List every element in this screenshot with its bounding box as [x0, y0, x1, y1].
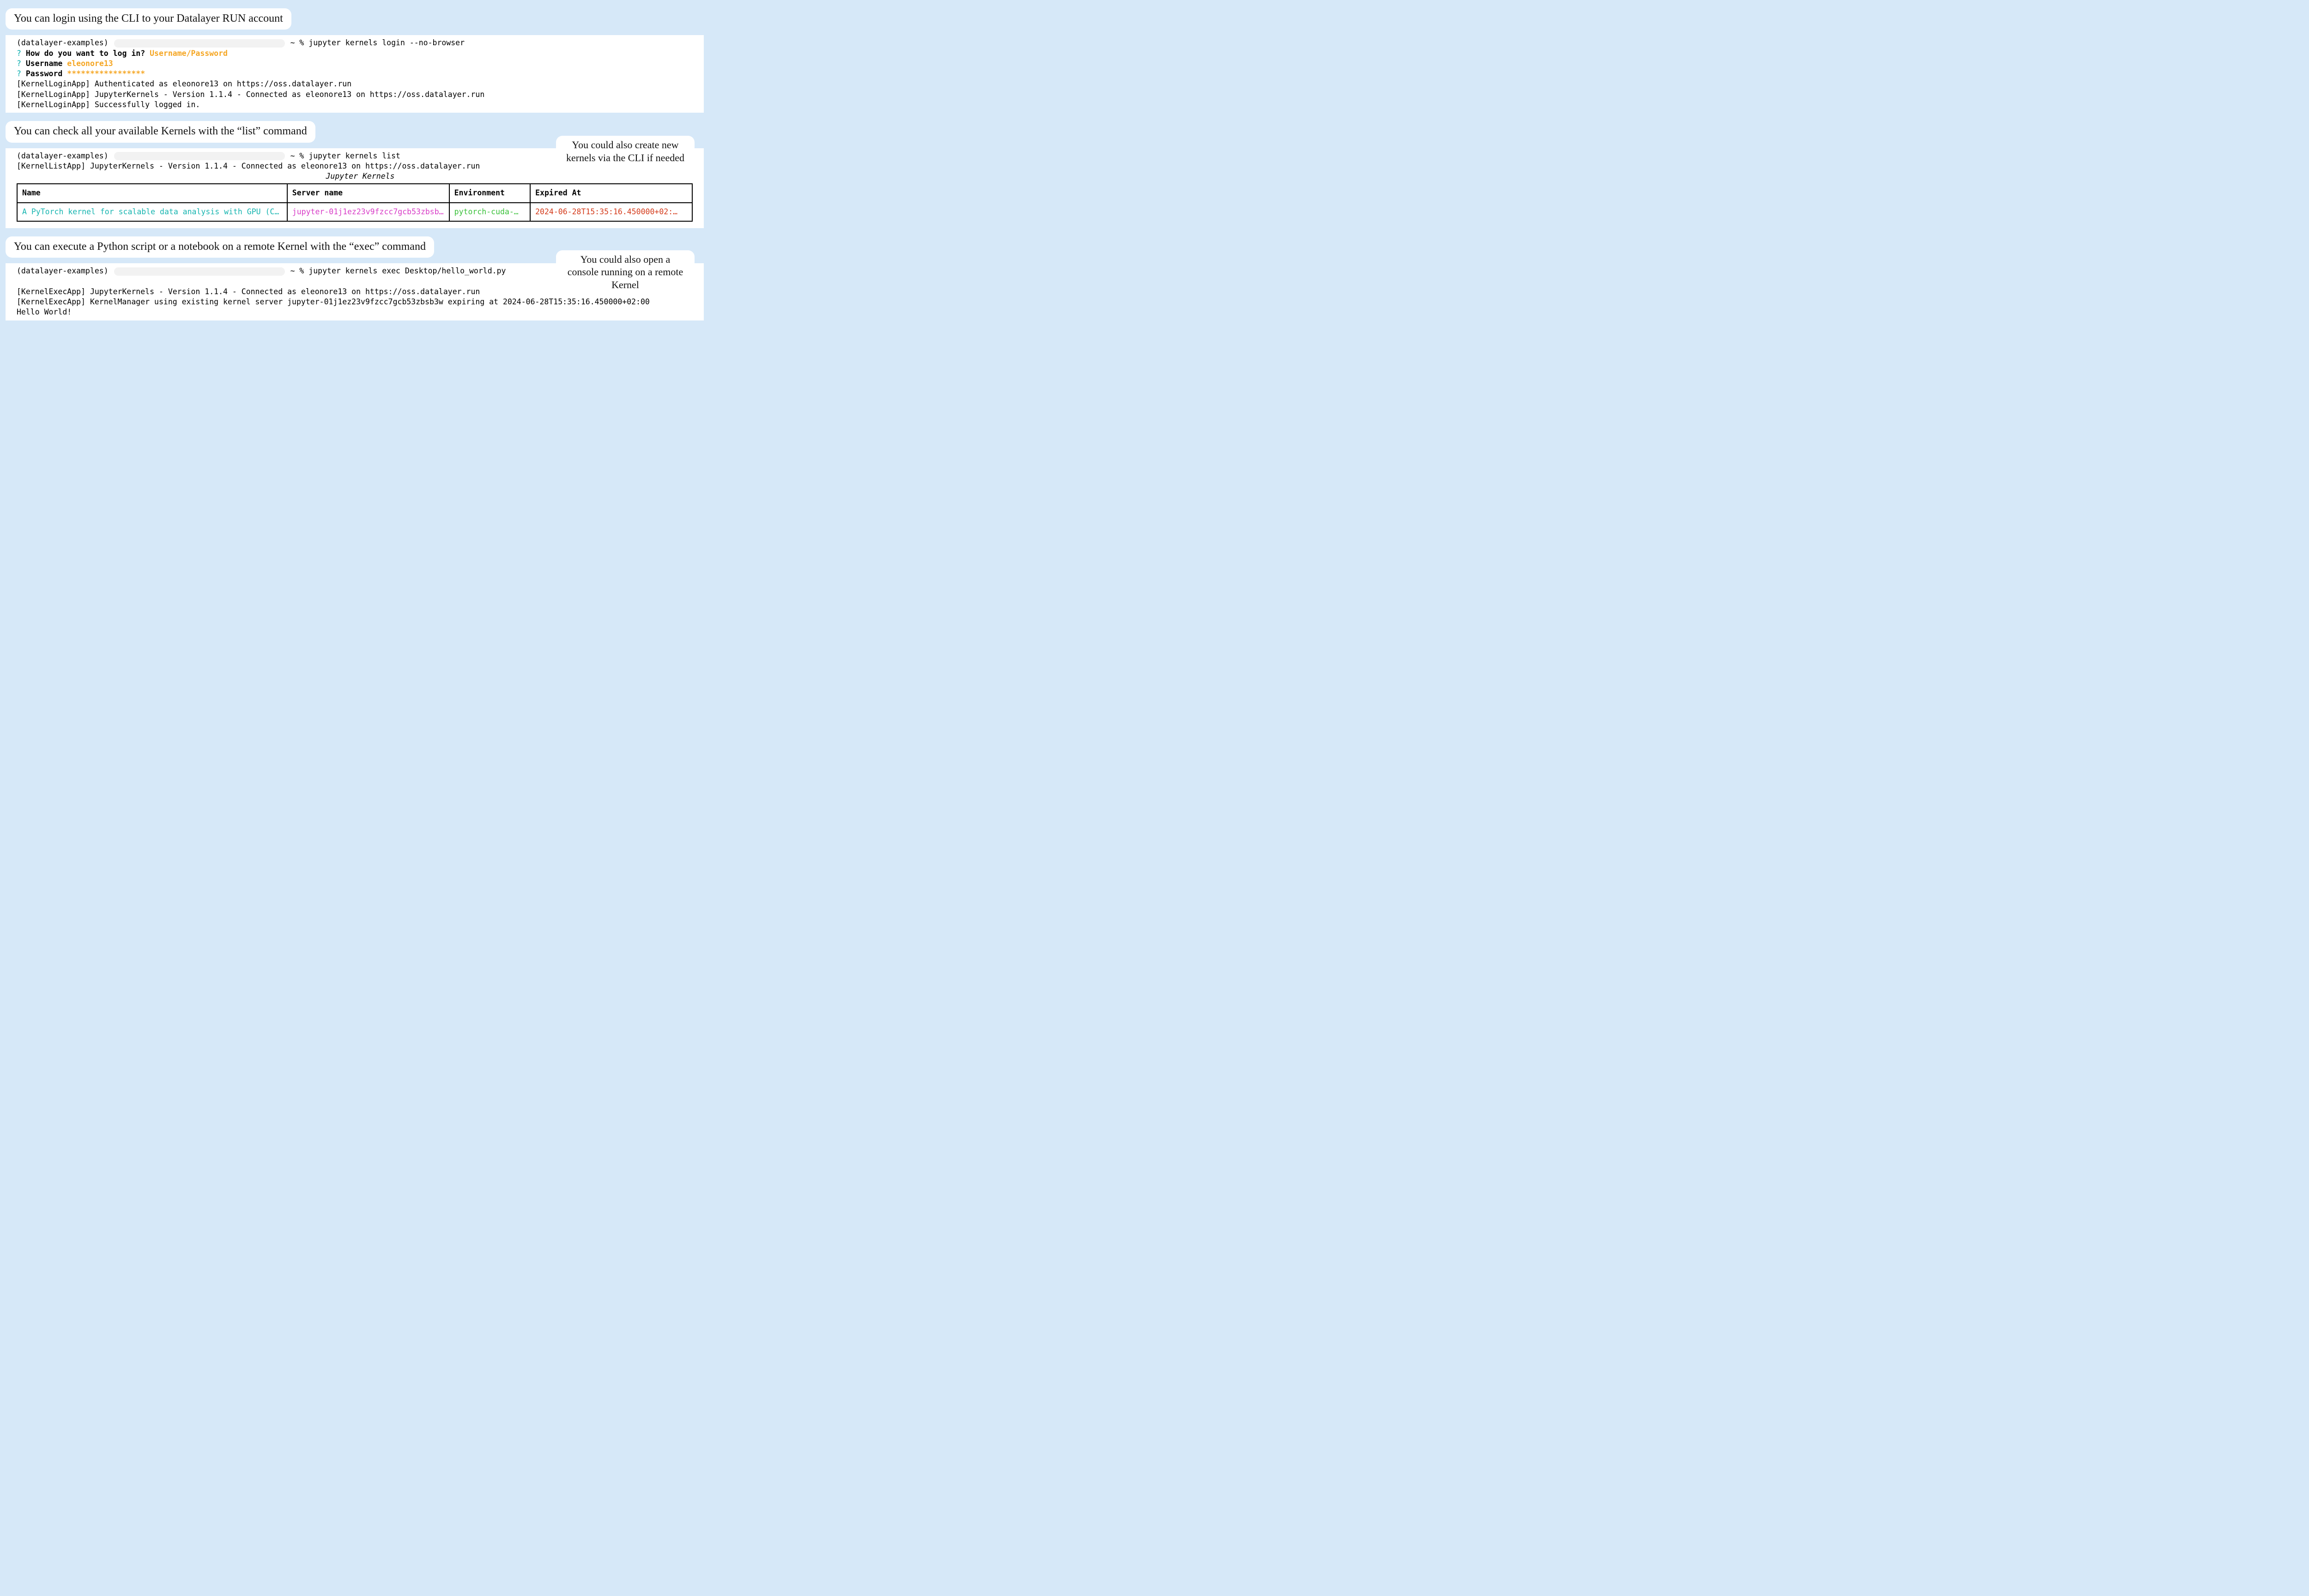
- side-note-exec: You could also open a console running on…: [556, 250, 695, 294]
- table-row: A PyTorch kernel for scalable data analy…: [17, 203, 692, 221]
- redacted-pill: [114, 267, 285, 276]
- th-env: Environment: [449, 184, 530, 202]
- cell-server: jupyter-01j1ez23v9fzcc7gcb53zbsb…: [287, 203, 449, 221]
- exec-out2: [KernelExecApp] KernelManager using exis…: [6, 297, 704, 307]
- q-mark: ?: [17, 49, 21, 58]
- prompt-tail: ~ % jupyter kernels list: [290, 151, 400, 160]
- login-out1: [KernelLoginApp] Authenticated as eleono…: [6, 79, 704, 89]
- env-name: (datalayer-examples): [17, 151, 109, 160]
- table-header-row: Name Server name Environment Expired At: [17, 184, 692, 202]
- q1-answer: Username/Password: [150, 49, 228, 58]
- cell-env: pytorch-cuda-…: [449, 203, 530, 221]
- redacted-pill: [114, 152, 285, 160]
- label-login: You can login using the CLI to your Data…: [6, 8, 291, 30]
- section-exec: You can execute a Python script or a not…: [6, 236, 704, 320]
- section-list: You can check all your available Kernels…: [6, 121, 704, 228]
- th-server: Server name: [287, 184, 449, 202]
- q-mark: ?: [17, 59, 21, 68]
- label-list: You can check all your available Kernels…: [6, 121, 315, 142]
- cell-exp: 2024-06-28T15:35:16.450000+02:…: [530, 203, 692, 221]
- cell-name: A PyTorch kernel for scalable data analy…: [17, 203, 287, 221]
- section-login: You can login using the CLI to your Data…: [6, 8, 704, 113]
- terminal-login: (datalayer-examples) ~ % jupyter kernels…: [6, 35, 704, 113]
- q2-answer: eleonore13: [67, 59, 113, 68]
- login-out2: [KernelLoginApp] JupyterKernels - Versio…: [6, 90, 704, 100]
- kernels-table: Name Server name Environment Expired At …: [17, 183, 693, 222]
- q-mark: ?: [17, 69, 21, 78]
- q1-text: How do you want to log in?: [26, 49, 145, 58]
- q3-text: Password: [26, 69, 62, 78]
- side-note-list: You could also create new kernels via th…: [556, 136, 695, 167]
- q3-answer: *****************: [67, 69, 145, 78]
- label-exec: You can execute a Python script or a not…: [6, 236, 434, 258]
- login-q3: ? Password *****************: [6, 69, 704, 79]
- env-name: (datalayer-examples): [17, 38, 109, 47]
- th-exp: Expired At: [530, 184, 692, 202]
- prompt-tail: ~ % jupyter kernels login --no-browser: [290, 38, 465, 47]
- exec-out3: Hello World!: [6, 307, 704, 317]
- prompt-tail: ~ % jupyter kernels exec Desktop/hello_w…: [290, 266, 506, 275]
- env-name: (datalayer-examples): [17, 266, 109, 275]
- q2-text: Username: [26, 59, 62, 68]
- list-title: Jupyter Kernels: [6, 171, 704, 181]
- th-name: Name: [17, 184, 287, 202]
- login-q1: ? How do you want to log in? Username/Pa…: [6, 48, 704, 59]
- redacted-pill: [114, 39, 285, 48]
- login-prompt-line: (datalayer-examples) ~ % jupyter kernels…: [6, 38, 704, 48]
- login-q2: ? Username eleonore13: [6, 59, 704, 69]
- login-out3: [KernelLoginApp] Successfully logged in.: [6, 100, 704, 110]
